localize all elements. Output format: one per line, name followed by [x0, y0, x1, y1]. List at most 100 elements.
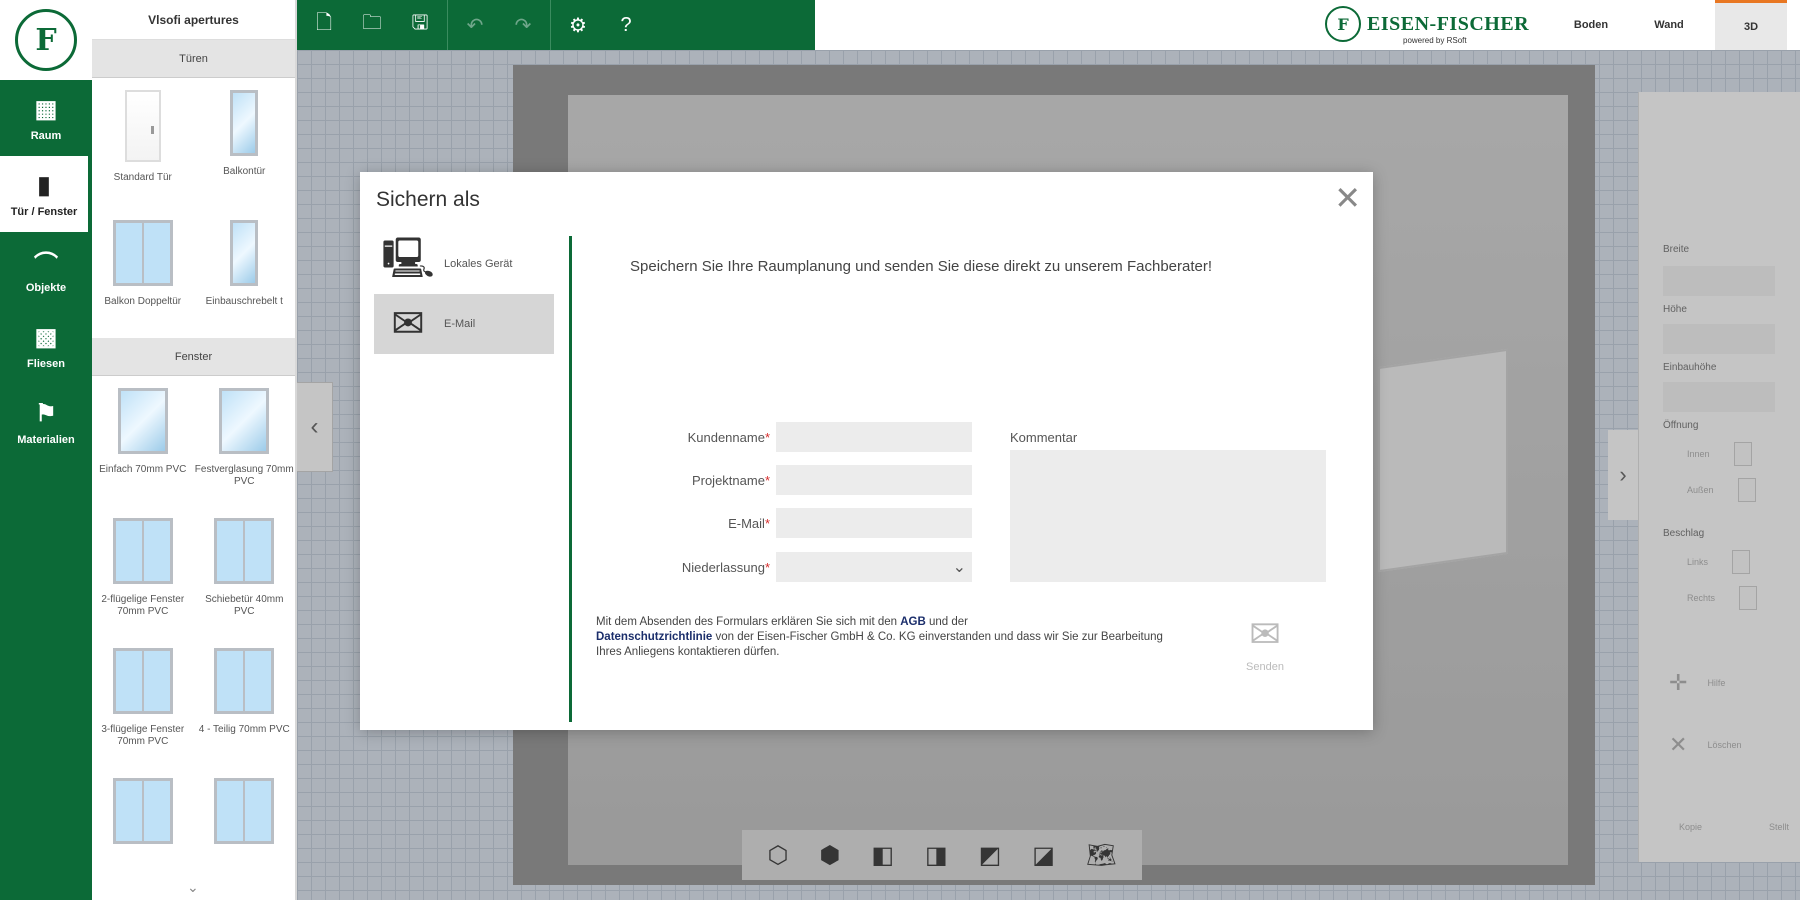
catalog-item-label: Balkontür — [223, 166, 266, 177]
catalog-item-label: Festverglasung 70mm PVC — [194, 464, 294, 487]
catalog-item-label: 3-flügelige Fenster 70mm PVC — [101, 724, 185, 747]
balcony-door-thumbnail — [230, 90, 259, 156]
catalog-item[interactable] — [92, 766, 194, 896]
window-thumbnail — [112, 518, 173, 584]
nav-item-label: Materialien — [17, 434, 75, 446]
undo-icon[interactable]: ↶ — [462, 12, 488, 38]
window-thumbnail — [219, 388, 270, 454]
chevron-down-icon: ⌄ — [952, 559, 966, 576]
catalog-item[interactable]: Standard Tür — [92, 78, 194, 208]
open-folder-icon[interactable]: 🗀 — [359, 12, 385, 38]
catalog-item[interactable]: 2-flügelige Fenster 70mm PVC — [92, 506, 194, 636]
nav-item-label: Raum — [30, 130, 62, 142]
room-icon: ▦ — [34, 95, 58, 123]
send-button[interactable]: ✉ Senden — [1230, 612, 1300, 673]
save-option-local-device[interactable]: 🖳 Lokales Gerät — [374, 234, 554, 294]
email-label: E-Mail* — [728, 516, 770, 531]
nav-item-label: Objekte — [25, 282, 67, 294]
branch-label: Niederlassung* — [681, 560, 770, 575]
comment-textarea[interactable] — [1010, 450, 1326, 582]
dialog-divider — [569, 236, 572, 722]
catalog-item-label: Balkon Doppeltür — [104, 296, 182, 307]
catalog-item-label: 2-flügelige Fenster 70mm PVC — [101, 594, 185, 617]
tab-3d[interactable]: 3D — [1715, 0, 1787, 50]
catalog-item-label: Standard Tür — [113, 172, 172, 183]
branch-select[interactable]: ⌄ — [776, 552, 972, 582]
brand-subtitle: powered by RSoft — [1403, 36, 1467, 45]
section-header-fenster[interactable]: Fenster — [92, 338, 295, 376]
catalog-item-label: 4 - Teilig 70mm PVC — [198, 724, 290, 735]
nav-item-tuer-fenster[interactable]: ▮ Tür / Fenster — [0, 156, 92, 232]
email-field[interactable] — [776, 508, 972, 538]
required-mark: * — [764, 560, 770, 575]
settings-icon[interactable]: ⚙ — [565, 12, 591, 38]
window-thumbnail — [214, 518, 275, 584]
window-thumbnail — [214, 648, 275, 714]
nav-item-fliesen[interactable]: ▩ Fliesen — [0, 308, 92, 384]
catalog-item[interactable]: Balkontür — [194, 78, 296, 208]
catalog-item[interactable]: 4 - Teilig 70mm PVC — [194, 636, 296, 766]
logo-icon: F — [15, 9, 77, 71]
dialog-title: Sichern als — [376, 188, 480, 211]
save-option-label: Lokales Gerät — [444, 258, 513, 270]
brand-icon: F — [1325, 6, 1361, 42]
door-icon: ▮ — [37, 171, 51, 199]
catalog-item[interactable] — [194, 766, 296, 896]
agb-link[interactable]: AGB — [900, 616, 926, 628]
nav-item-label: Fliesen — [27, 358, 65, 370]
nav-item-raum[interactable]: ▦ Raum — [0, 80, 92, 156]
customer-name-input[interactable] — [776, 422, 972, 452]
header-bar: F EISEN-FISCHER powered by RSoft Boden W… — [815, 0, 1800, 50]
double-door-thumbnail — [112, 220, 173, 286]
redo-icon[interactable]: ↷ — [510, 12, 536, 38]
catalog-item-label: Schiebetür 40mm PVC — [205, 594, 284, 617]
project-name-label: Projektname* — [691, 473, 770, 488]
tab-boden[interactable]: Boden — [1555, 0, 1627, 50]
tab-wand[interactable]: Wand — [1633, 0, 1705, 50]
required-mark: * — [764, 516, 770, 531]
required-mark: * — [764, 473, 770, 488]
tiles-icon: ▩ — [34, 323, 58, 351]
nav-item-materialien[interactable]: ⚑ Materialien — [0, 384, 92, 460]
brand-name: EISEN-FISCHER — [1367, 12, 1530, 35]
close-icon[interactable]: ✕ — [1334, 182, 1361, 214]
window-thumbnail — [117, 388, 168, 454]
send-mail-icon: ✉ — [1249, 614, 1281, 656]
comment-label: Kommentar — [1010, 430, 1078, 445]
help-icon[interactable]: ? — [613, 12, 639, 38]
dialog-heading: Speichern Sie Ihre Raumplanung und sende… — [630, 258, 1213, 275]
email-icon: ✉ — [391, 302, 425, 346]
catalog-item-label: Einbauschrebelt t — [205, 296, 283, 307]
app-logo: F — [0, 0, 92, 80]
project-name-input[interactable] — [776, 465, 972, 495]
privacy-link[interactable]: Datenschutzrichtlinie — [596, 631, 712, 643]
catalog-item[interactable]: Einfach 70mm PVC — [92, 376, 194, 506]
download-computer-icon: 🖳 — [381, 237, 435, 281]
required-mark: * — [764, 430, 770, 445]
save-icon[interactable]: 🖫 — [407, 12, 433, 38]
window-thumbnail — [112, 648, 173, 714]
section-header-tueren[interactable]: Türen — [92, 40, 295, 78]
chevron-down-icon[interactable]: ⌄ — [187, 879, 199, 896]
catalog-item[interactable]: Festverglasung 70mm PVC — [194, 376, 296, 506]
catalog-item[interactable]: Einbauschrebelt t — [194, 208, 296, 338]
save-option-email[interactable]: ✉ E-Mail — [374, 294, 554, 354]
customer-name-label: Kundenname* — [687, 430, 770, 445]
window-thumbnail — [214, 778, 275, 844]
catalog-item[interactable]: 3-flügelige Fenster 70mm PVC — [92, 636, 194, 766]
save-option-label: E-Mail — [444, 318, 476, 330]
window-thumbnail — [112, 778, 173, 844]
built-in-thumbnail — [230, 220, 259, 286]
catalog-item-label: Einfach 70mm PVC — [99, 464, 187, 475]
nav-item-label: Tür / Fenster — [10, 206, 78, 218]
catalog-title: Vlsofi apertures — [92, 0, 295, 40]
new-file-icon[interactable]: 🗋 — [311, 12, 337, 38]
materials-icon: ⚑ — [35, 399, 57, 427]
catalog-item[interactable]: Schiebetür 40mm PVC — [194, 506, 296, 636]
objects-icon: ⌒ — [34, 250, 58, 278]
catalog-item[interactable]: Balkon Doppeltür — [92, 208, 194, 338]
left-navigation: F ▦ Raum ▮ Tür / Fenster ⌒ Objekte ▩ Fli… — [0, 0, 92, 900]
save-as-dialog: Sichern als ✕ 🖳 Lokales Gerät ✉ E-Mail S… — [360, 172, 1373, 730]
nav-item-objekte[interactable]: ⌒ Objekte — [0, 232, 92, 308]
catalog-panel: Vlsofi apertures Türen Standard Tür Balk… — [92, 0, 297, 900]
